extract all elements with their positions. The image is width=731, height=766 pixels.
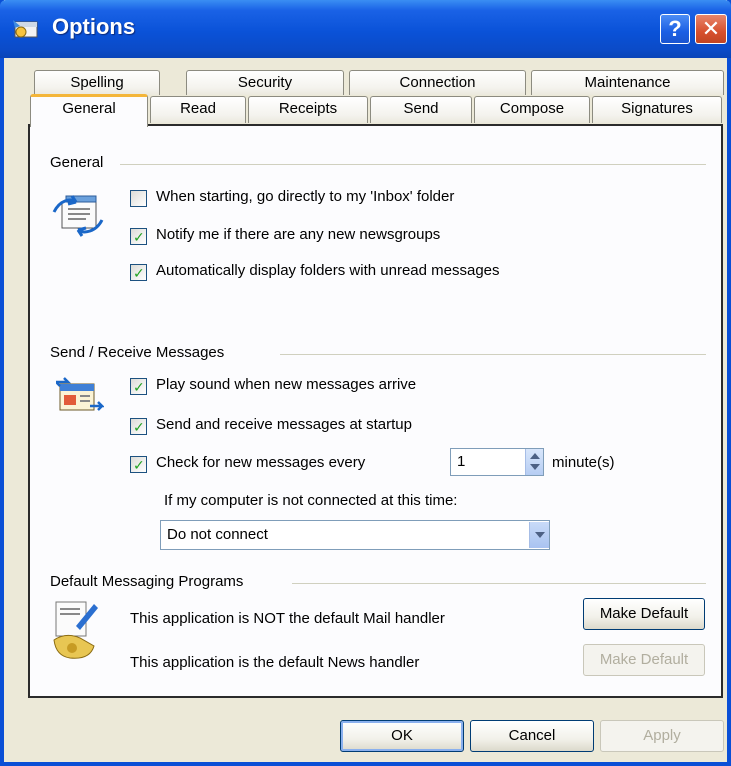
- ok-button[interactable]: OK: [340, 720, 464, 752]
- dropdown-button[interactable]: [529, 522, 549, 548]
- group-heading-default-programs: Default Messaging Programs: [50, 573, 252, 590]
- tab-connection[interactable]: Connection: [349, 70, 526, 95]
- mail-and-phone-icon: [53, 601, 98, 659]
- tab-read[interactable]: Read: [150, 96, 246, 123]
- option-play-sound-label: Play sound when new messages arrive: [156, 376, 417, 393]
- general-tab-panel: General When starting, go directly to my…: [28, 124, 723, 698]
- help-button[interactable]: ?: [660, 14, 690, 44]
- close-button[interactable]: ✕: [695, 14, 727, 44]
- apply-button[interactable]: Apply: [600, 720, 724, 752]
- group-divider: [120, 164, 706, 165]
- check-mark-icon: ✓: [133, 379, 145, 395]
- connection-dropdown-value: Do not connect: [167, 526, 268, 543]
- tab-receipts[interactable]: Receipts: [248, 96, 368, 123]
- check-interval-spinner[interactable]: [525, 449, 543, 475]
- option-go-to-inbox-checkbox[interactable]: [130, 190, 147, 207]
- option-send-receive-startup-checkbox[interactable]: ✓: [130, 418, 147, 435]
- check-interval-input[interactable]: 1: [450, 448, 544, 476]
- not-connected-label: If my computer is not connected at this …: [164, 492, 458, 509]
- title-bar[interactable]: Options ? ✕: [0, 0, 731, 58]
- interval-unit-label: minute(s): [552, 454, 615, 471]
- group-divider: [280, 354, 706, 355]
- tab-compose[interactable]: Compose: [474, 96, 590, 123]
- option-display-unread-folders-label: Automatically display folders with unrea…: [156, 262, 500, 279]
- option-go-to-inbox-label: When starting, go directly to my 'Inbox'…: [156, 188, 455, 205]
- option-play-sound-checkbox[interactable]: ✓: [130, 378, 147, 395]
- check-mark-icon: ✓: [133, 457, 145, 473]
- make-default-news-button[interactable]: Make Default: [583, 644, 705, 676]
- check-mark-icon: ✓: [133, 265, 145, 281]
- group-divider: [292, 583, 706, 584]
- news-handler-status: This application is the default News han…: [130, 654, 420, 671]
- option-check-new-messages-label: Check for new messages every: [156, 454, 366, 471]
- option-notify-newsgroups-checkbox[interactable]: ✓: [130, 228, 147, 245]
- group-heading-general: General: [50, 154, 112, 171]
- spin-down-icon[interactable]: [530, 464, 540, 470]
- chevron-down-icon: [535, 532, 545, 538]
- send-receive-icon: [56, 377, 104, 411]
- option-check-new-messages-checkbox[interactable]: ✓: [130, 456, 147, 473]
- tab-general[interactable]: General: [30, 94, 148, 127]
- mail-handler-status: This application is NOT the default Mail…: [130, 610, 445, 627]
- tab-signatures[interactable]: Signatures: [592, 96, 722, 123]
- connection-dropdown[interactable]: Do not connect: [160, 520, 550, 550]
- check-mark-icon: ✓: [133, 229, 145, 245]
- options-window-icon: [13, 20, 38, 38]
- group-heading-send-receive: Send / Receive Messages: [50, 344, 233, 361]
- mail-envelope-icon: [52, 195, 104, 237]
- options-dialog: Options ? ✕ Spelling Security Connection…: [0, 0, 731, 766]
- tab-send[interactable]: Send: [370, 96, 472, 123]
- option-notify-newsgroups-label: Notify me if there are any new newsgroup…: [156, 226, 441, 243]
- spin-up-icon[interactable]: [530, 453, 540, 459]
- check-interval-value: 1: [457, 453, 466, 470]
- window-title: Options: [52, 14, 136, 39]
- cancel-button[interactable]: Cancel: [470, 720, 594, 752]
- tab-spelling[interactable]: Spelling: [34, 70, 160, 95]
- option-send-receive-startup-label: Send and receive messages at startup: [156, 416, 412, 433]
- option-display-unread-folders-checkbox[interactable]: ✓: [130, 264, 147, 281]
- tab-maintenance[interactable]: Maintenance: [531, 70, 724, 95]
- make-default-mail-button[interactable]: Make Default: [583, 598, 705, 630]
- check-mark-icon: ✓: [133, 419, 145, 435]
- tab-security[interactable]: Security: [186, 70, 344, 95]
